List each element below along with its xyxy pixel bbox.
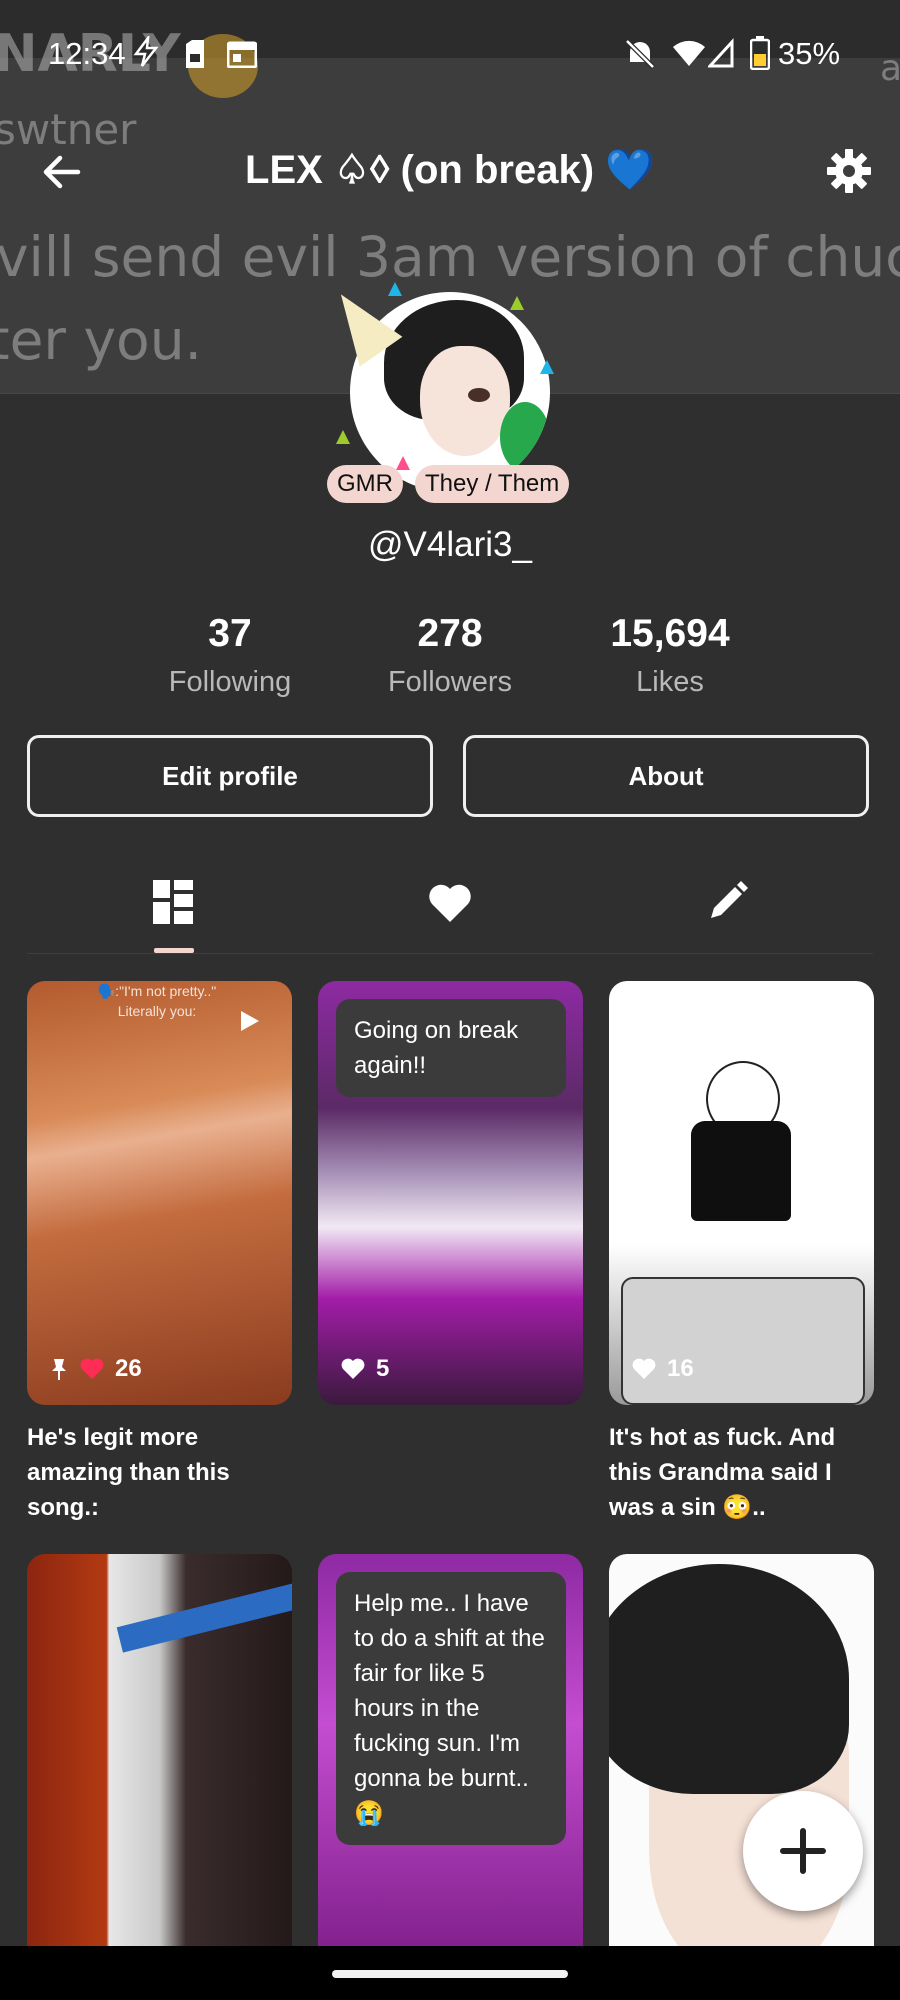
tab-videos[interactable] (143, 872, 203, 932)
username: @V4lari3_ (368, 525, 532, 564)
edit-profile-button[interactable]: Edit profile (27, 735, 433, 817)
post-meta: 26 (49, 1355, 142, 1383)
videos-grid-icon (153, 880, 193, 924)
post-card[interactable]: 16 (609, 981, 874, 1405)
avatar-eye (468, 388, 490, 402)
confetti-icon (540, 360, 554, 374)
stat-likes[interactable]: 15,694 Likes (560, 612, 780, 699)
stat-label: Likes (636, 666, 704, 698)
stat-followers[interactable]: 278 Followers (340, 612, 560, 699)
liked-heart-icon (429, 884, 471, 922)
badge-gmr: GMR (327, 465, 403, 503)
header-background-text: ter you. (0, 308, 203, 372)
post-drawing-box (621, 1277, 865, 1405)
gear-icon (827, 149, 871, 193)
like-count: 26 (115, 1355, 142, 1382)
wifi-icon (672, 38, 706, 75)
post-card[interactable]: 10 (609, 1554, 874, 1978)
post-overlay-text: 🗣️:"I'm not pretty.." Literally you: (97, 983, 217, 1019)
flash-icon (132, 33, 160, 75)
post-meta: 16 (631, 1355, 694, 1383)
post-caption: He's legit more amazing than this song.: (27, 1424, 230, 1521)
post-photo-detail (116, 1581, 292, 1653)
avatar-face (420, 346, 510, 456)
heart-icon (341, 1358, 365, 1379)
home-gesture-handle[interactable] (332, 1970, 568, 1978)
mute-icon (624, 38, 656, 77)
heart-icon (80, 1358, 104, 1379)
like-count: 16 (667, 1355, 694, 1382)
plus-icon (780, 1828, 826, 1874)
post-text-bubble: Help me.. I have to do a shift at the fa… (336, 1572, 566, 1845)
tabs-divider (27, 953, 873, 954)
header-background-text: vill send evil 3am version of chuck (0, 225, 900, 289)
post-text-bubble: Going on break again!! (336, 999, 566, 1097)
signal-icon (706, 38, 736, 75)
stat-value: 15,694 (610, 612, 730, 655)
post-card[interactable]: Going on break again!! 5 (318, 981, 583, 1405)
page-title: LEX ♤◊ (on break) 💙 (245, 148, 655, 192)
stat-following[interactable]: 37 Following (120, 612, 340, 699)
sim-icon (184, 40, 206, 75)
post-drawing-hair (609, 1564, 849, 1794)
post-card[interactable]: Help me.. I have to do a shift at the fa… (318, 1554, 583, 1978)
post-card[interactable]: 17 (27, 1554, 292, 1978)
calendar-icon (226, 40, 258, 75)
like-count: 5 (376, 1355, 390, 1382)
create-post-button[interactable] (743, 1791, 863, 1911)
confetti-icon (336, 430, 350, 444)
battery-percentage: 35% (778, 36, 841, 71)
tab-drafts[interactable] (697, 872, 757, 932)
avatar-melon (500, 402, 550, 472)
confetti-icon (510, 296, 524, 310)
badge-pronouns: They / Them (415, 465, 570, 503)
play-icon (241, 1011, 259, 1031)
post-meta: 5 (340, 1355, 389, 1383)
status-bar: 12:34 35% (0, 0, 900, 110)
post-card[interactable]: 🗣️:"I'm not pretty.." Literally you: 26 (27, 981, 292, 1405)
confetti-icon (388, 282, 402, 296)
confetti-icon (396, 456, 410, 470)
heart-icon (632, 1358, 656, 1379)
stat-value: 37 (208, 612, 252, 655)
post-drawing-shirt (691, 1121, 791, 1221)
pin-icon (52, 1359, 66, 1380)
stat-label: Following (168, 666, 292, 698)
pencil-icon (711, 881, 748, 918)
post-caption: It's hot as fuck. And this Grandma said … (609, 1424, 836, 1521)
about-button[interactable]: About (463, 735, 869, 817)
tab-liked[interactable] (420, 872, 480, 932)
battery-icon (749, 36, 771, 77)
stat-label: Followers (387, 666, 513, 698)
settings-button[interactable] (826, 148, 872, 194)
status-time: 12:34 (48, 36, 126, 71)
stat-value: 278 (417, 612, 483, 655)
